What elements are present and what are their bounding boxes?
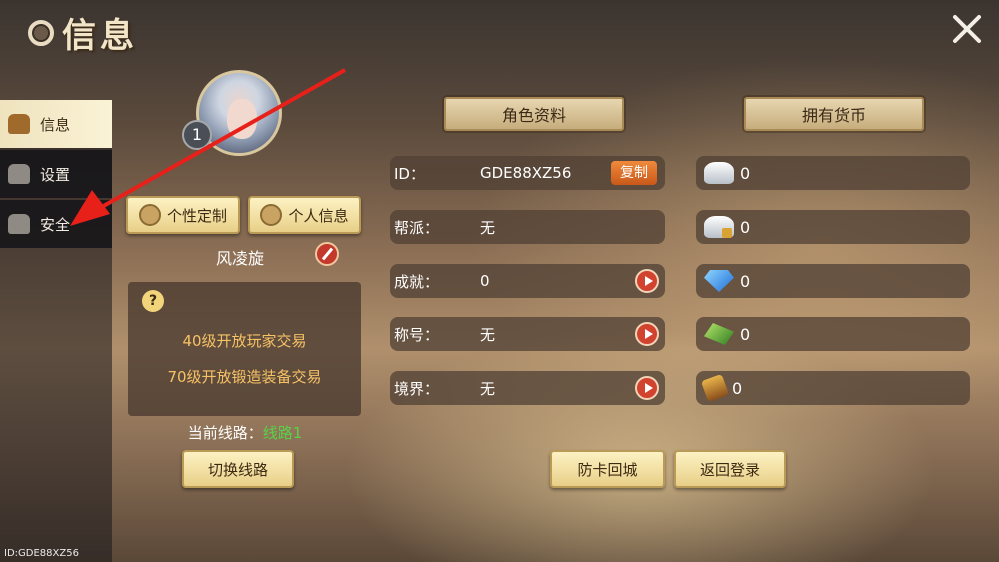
info-row-guild: 帮派： 无 [390,210,665,244]
sidebar-item-security[interactable]: 安全 [0,200,112,248]
player-name: 风凌旋 [215,249,264,268]
currency-row: 0 [696,156,970,190]
sidebar-item-info[interactable]: 信息 [0,100,112,148]
personal-info-button-label: 个人信息 [288,206,349,225]
personal-icon [260,204,283,226]
sidebar-item-label: 信息 [40,115,71,134]
sidebar-item-label: 设置 [40,165,71,184]
currency-header: 拥有货币 [744,97,924,131]
row-value: 0 [480,272,490,290]
info-row-id: ID： GDE88XZ56 复制 [390,156,665,190]
customize-icon [138,204,161,226]
return-city-button[interactable]: 防卡回城 [550,450,665,488]
current-line: 当前线路：线路1 [150,422,340,443]
achievement-go-button[interactable] [635,269,659,293]
info-row-title: 称号： 无 [390,317,665,351]
tips-panel: ? 40级开放玩家交易 70级开放锻造装备交易 [128,282,361,416]
logout-label: 返回登录 [699,460,760,479]
currency-value: 0 [740,271,751,291]
currency-value: 0 [740,324,751,344]
close-button[interactable] [950,12,984,46]
scroll-icon [700,373,730,403]
sidebar: 信息 设置 安全 [0,100,112,250]
currency-value: 0 [740,163,751,183]
info-row-achievement: 成就： 0 [390,264,665,298]
bound-silver-icon [704,216,734,238]
title-go-button[interactable] [635,322,659,346]
currency-row: 0 [696,264,970,298]
realm-go-button[interactable] [635,376,659,400]
currency-value: 0 [740,217,751,237]
row-key: 境界： [394,379,440,398]
current-line-label: 当前线路： [187,424,263,442]
window-title-text: 信息 [62,16,138,56]
currency-row: 0 [696,210,970,244]
jade-icon [704,323,734,345]
gear-icon [28,19,54,46]
role-info-header: 角色资料 [444,97,624,131]
window-title: 信息 [28,8,138,57]
help-icon[interactable]: ? [142,290,164,312]
row-key: 成就： [394,272,440,291]
current-line-value: 线路1 [262,424,303,442]
person-icon [8,114,30,134]
row-value: GDE88XZ56 [480,164,572,182]
edit-name-button[interactable] [315,242,339,266]
sidebar-item-settings[interactable]: 设置 [0,150,112,198]
currency-row: 0 [696,371,970,405]
silver-ingot-icon [704,162,734,184]
row-value: 无 [480,218,496,237]
tip-line: 70级开放锻造装备交易 [167,368,322,386]
footer-id: ID:GDE88XZ56 [4,548,79,559]
info-row-realm: 境界： 无 [390,371,665,405]
level-badge: 1 [182,120,212,150]
copy-button[interactable]: 复制 [611,161,657,185]
switch-line-label: 切换线路 [207,460,268,479]
customize-button[interactable]: 个性定制 [126,196,240,234]
sidebar-item-label: 安全 [40,215,71,234]
row-key: 称号： [394,325,440,344]
row-value: 无 [480,325,496,344]
switch-line-button[interactable]: 切换线路 [182,450,294,488]
personal-info-button[interactable]: 个人信息 [248,196,361,234]
hammer-icon [8,164,30,184]
row-key: 帮派： [394,218,440,237]
currency-value: 0 [732,378,743,398]
tip-line: 40级开放玩家交易 [182,332,307,350]
logout-button[interactable]: 返回登录 [674,450,786,488]
users-icon [8,214,30,234]
customize-button-label: 个性定制 [166,206,227,225]
diamond-icon [704,270,734,292]
currency-row: 0 [696,317,970,351]
return-city-label: 防卡回城 [577,460,638,479]
row-key: ID： [394,164,425,183]
row-value: 无 [480,379,496,398]
